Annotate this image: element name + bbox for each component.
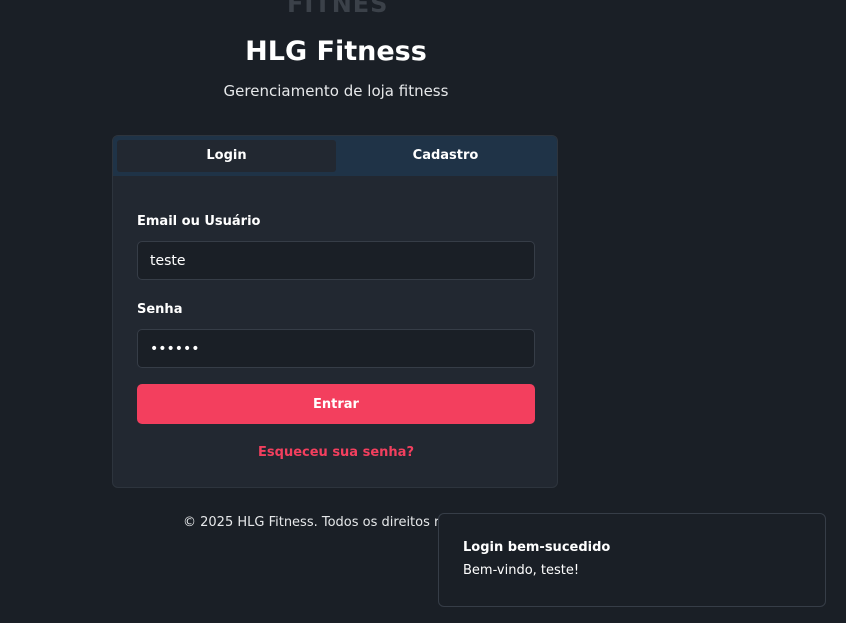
password-label: Senha <box>137 302 183 317</box>
password-input[interactable] <box>137 329 535 368</box>
page-title: HLG Fitness <box>245 36 427 67</box>
toast-notification: Login bem-sucedido Bem-vindo, teste! <box>438 513 826 607</box>
tab-signup[interactable]: Cadastro <box>336 140 555 172</box>
email-label: Email ou Usuário <box>137 214 261 229</box>
toast-message: Bem-vindo, teste! <box>463 563 580 578</box>
login-page: FITNESS HLG Fitness Gerenciamento de loj… <box>0 0 846 623</box>
tab-login[interactable]: Login <box>117 140 336 172</box>
auth-tabs: Login Cadastro <box>113 136 557 176</box>
email-input[interactable] <box>137 241 535 280</box>
forgot-password-link[interactable]: Esqueceu sua senha? <box>113 445 557 460</box>
page-subtitle: Gerenciamento de loja fitness <box>223 82 449 100</box>
login-button[interactable]: Entrar <box>137 384 535 424</box>
brand-logo: FITNESS <box>287 0 387 18</box>
toast-title: Login bem-sucedido <box>463 540 611 555</box>
auth-card: Login Cadastro Email ou Usuário Senha En… <box>112 135 558 488</box>
